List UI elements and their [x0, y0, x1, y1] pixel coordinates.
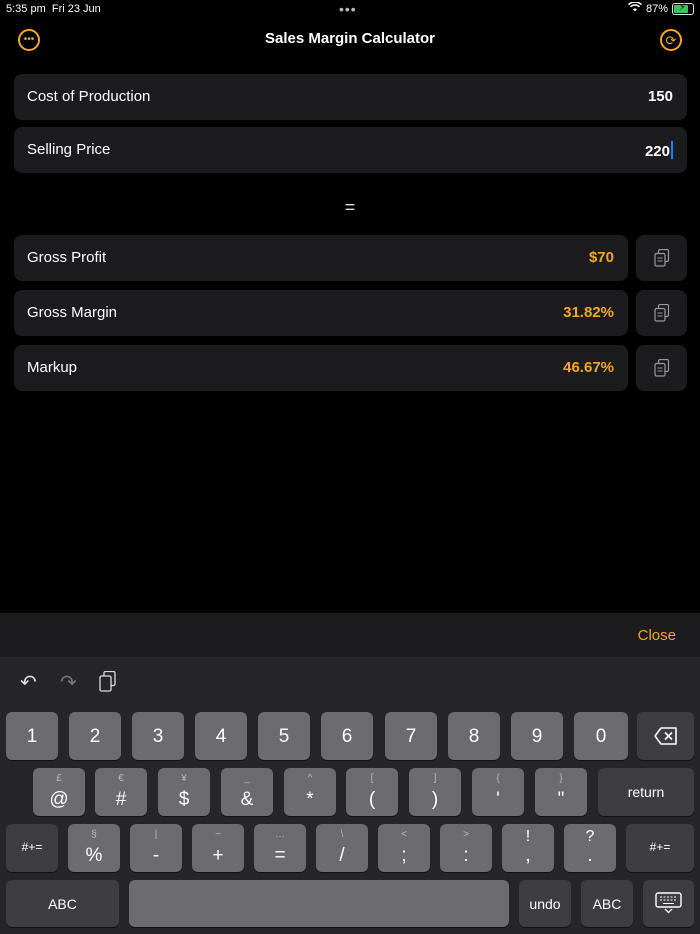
key-ampersand[interactable]: _ &	[221, 768, 273, 816]
copy-gross-profit-button[interactable]	[636, 235, 687, 281]
markup-row: Markup 46.67%	[14, 345, 628, 391]
key-close-paren[interactable]: ])	[409, 768, 461, 816]
delete-key[interactable]	[637, 712, 694, 760]
key-6[interactable]: 6	[321, 712, 373, 760]
space-bar[interactable]	[129, 880, 509, 927]
key-equals[interactable]: … =	[254, 824, 306, 872]
status-right: 87% ⚡	[627, 1, 694, 15]
key-period[interactable]: ?.	[564, 824, 616, 872]
key-plus[interactable]: ~ +	[192, 824, 244, 872]
key-colon[interactable]: >:	[440, 824, 492, 872]
price-label: Selling Price	[27, 141, 111, 158]
delete-icon	[654, 727, 677, 745]
symbols-key-left[interactable]: #+=	[6, 824, 58, 872]
redo-icon[interactable]: ↷	[60, 670, 77, 695]
price-input-wrap[interactable]: 220	[645, 141, 673, 160]
battery-charging-icon: ⚡	[672, 2, 694, 15]
key-9[interactable]: 9	[511, 712, 563, 760]
close-keyboard-button[interactable]: Close	[638, 627, 676, 644]
copy-icon	[653, 304, 669, 322]
refresh-circle-icon: ⟳	[665, 32, 677, 48]
equals-sign: =	[344, 197, 356, 217]
gross-margin-row: Gross Margin 31.82%	[14, 290, 628, 336]
cost-of-production-field[interactable]: Cost of Production 150	[14, 74, 687, 120]
key-7[interactable]: 7	[385, 712, 437, 760]
battery-percent: 87%	[645, 2, 668, 15]
status-bar: 5:35 pm Fri 23 Jun ••• 87% ⚡	[0, 0, 700, 20]
status-time: 5:35 pm Fri 23 Jun	[6, 3, 101, 15]
key-open-paren[interactable]: [(	[346, 768, 398, 816]
page-title: Sales Margin Calculator	[264, 30, 436, 47]
key-dollar[interactable]: ¥ $	[158, 768, 210, 816]
key-2[interactable]: 2	[69, 712, 121, 760]
key-apostrophe[interactable]: {'	[472, 768, 524, 816]
key-5[interactable]: 5	[258, 712, 310, 760]
dismiss-keyboard-key[interactable]	[643, 880, 694, 927]
key-at[interactable]: £ @	[33, 768, 85, 816]
wifi-icon	[627, 1, 642, 15]
text-caret	[671, 141, 673, 159]
gross-profit-value: $70	[588, 249, 614, 266]
refresh-button[interactable]: ⟳	[660, 29, 682, 51]
multitask-dots[interactable]: •••	[339, 1, 357, 17]
markup-value: 46.67%	[563, 359, 614, 376]
paste-icon[interactable]	[99, 670, 117, 698]
gross-profit-row: Gross Profit $70	[14, 235, 628, 281]
gross-profit-label: Gross Profit	[27, 249, 107, 266]
key-asterisk[interactable]: ^ *	[284, 768, 336, 816]
key-8[interactable]: 8	[448, 712, 500, 760]
key-3[interactable]: 3	[132, 712, 184, 760]
key-slash[interactable]: \ /	[316, 824, 368, 872]
copy-icon	[653, 249, 669, 267]
cost-input[interactable]: 150	[648, 88, 673, 105]
key-quote[interactable]: } "	[535, 768, 587, 816]
abc-key-left[interactable]: ABC	[6, 880, 119, 927]
copy-markup-button[interactable]	[636, 345, 687, 391]
undo-key[interactable]: undo	[519, 880, 571, 927]
symbols-key-right[interactable]: #+=	[626, 824, 694, 872]
selling-price-field[interactable]: Selling Price 220	[14, 127, 687, 173]
keyboard-accessory-bar	[0, 613, 700, 657]
gross-margin-label: Gross Margin	[27, 304, 118, 321]
key-comma[interactable]: !,	[502, 824, 554, 872]
markup-label: Markup	[27, 359, 78, 376]
price-input[interactable]: 220	[645, 143, 670, 160]
key-4[interactable]: 4	[195, 712, 247, 760]
abc-key-right[interactable]: ABC	[581, 880, 633, 927]
cost-label: Cost of Production	[27, 88, 151, 105]
copy-gross-margin-button[interactable]	[636, 290, 687, 336]
return-key[interactable]: return	[598, 768, 694, 816]
keyboard-dismiss-icon	[655, 892, 682, 914]
key-hash[interactable]: € #	[95, 768, 147, 816]
undo-icon[interactable]: ↶	[20, 670, 37, 695]
gross-margin-value: 31.82%	[563, 304, 614, 321]
key-1[interactable]: 1	[6, 712, 58, 760]
key-percent[interactable]: §%	[68, 824, 120, 872]
copy-icon	[653, 359, 669, 377]
key-0[interactable]: 0	[574, 712, 628, 760]
key-semicolon[interactable]: <;	[378, 824, 430, 872]
key-minus[interactable]: | -	[130, 824, 182, 872]
